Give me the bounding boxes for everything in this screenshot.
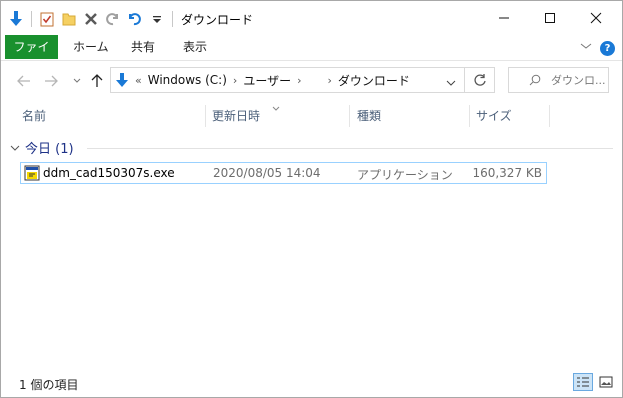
title-bar: ダウンロード bbox=[1, 1, 622, 35]
ribbon-tabs: ファイル ホーム 共有 表示 bbox=[1, 35, 622, 78]
refresh-icon bbox=[473, 74, 486, 86]
refresh-button[interactable] bbox=[465, 67, 495, 93]
chevron-down-icon bbox=[580, 43, 592, 49]
toolbar-divider bbox=[172, 11, 173, 27]
file-name: ddm_cad150307s.exe bbox=[43, 166, 175, 180]
large-icons-view-icon bbox=[599, 376, 613, 388]
large-icons-view-button[interactable] bbox=[596, 373, 616, 391]
toolbar-divider bbox=[31, 11, 32, 27]
tab-view[interactable]: 表示 bbox=[173, 35, 217, 59]
expand-ribbon-button[interactable] bbox=[580, 40, 592, 54]
address-history-button[interactable] bbox=[446, 76, 456, 90]
minimize-icon bbox=[499, 17, 509, 19]
recent-locations-button[interactable] bbox=[68, 72, 86, 90]
chevron-right-icon[interactable]: › bbox=[327, 74, 331, 87]
window-title: ダウンロード bbox=[181, 13, 254, 27]
maximize-button[interactable] bbox=[527, 1, 573, 35]
column-header-name[interactable]: 名前 bbox=[22, 105, 46, 127]
search-icon bbox=[529, 74, 541, 86]
up-button[interactable] bbox=[88, 72, 106, 90]
details-view-icon bbox=[577, 377, 589, 387]
chevron-down-icon bbox=[10, 145, 20, 151]
download-arrow-icon bbox=[7, 10, 25, 28]
forward-button[interactable] bbox=[42, 72, 60, 90]
arrow-left-icon bbox=[17, 75, 30, 87]
column-header-size[interactable]: サイズ bbox=[476, 105, 512, 127]
tab-home[interactable]: ホーム bbox=[63, 35, 119, 59]
column-divider[interactable] bbox=[469, 105, 470, 127]
chevron-down-icon bbox=[73, 78, 81, 83]
exe-file-icon bbox=[24, 165, 40, 184]
details-view-button[interactable] bbox=[573, 373, 593, 391]
file-row[interactable]: ddm_cad150307s.exe 2020/08/05 14:04 アプリケ… bbox=[20, 162, 547, 184]
breadcrumb-users[interactable]: ユーザー bbox=[243, 72, 291, 89]
group-header-today[interactable]: 今日 (1) bbox=[10, 138, 74, 157]
quick-access-toolbar bbox=[7, 9, 175, 29]
status-item-count: 1 個の項目 bbox=[19, 378, 79, 392]
arrow-up-icon bbox=[91, 74, 103, 87]
sort-indicator-icon bbox=[272, 100, 280, 114]
undo-icon[interactable] bbox=[126, 10, 144, 28]
column-divider[interactable] bbox=[205, 105, 206, 127]
close-icon bbox=[590, 12, 602, 24]
chevron-right-icon[interactable]: › bbox=[233, 74, 237, 87]
tab-share[interactable]: 共有 bbox=[121, 35, 165, 59]
column-header-modified[interactable]: 更新日時 bbox=[212, 105, 260, 127]
search-placeholder: ダウンロ... bbox=[551, 74, 606, 87]
file-type: アプリケーション bbox=[357, 168, 453, 182]
explorer-window: ダウンロード ファイル ホーム 共有 表示 ? « Windows (C:) ›… bbox=[0, 0, 623, 398]
column-divider[interactable] bbox=[349, 105, 350, 127]
arrow-right-icon bbox=[45, 75, 58, 87]
chevron-right-icon[interactable]: › bbox=[297, 74, 301, 87]
search-box[interactable]: ダウンロ... bbox=[508, 67, 609, 93]
redo-icon[interactable] bbox=[104, 10, 122, 28]
minimize-button[interactable] bbox=[481, 1, 527, 35]
file-modified: 2020/08/05 14:04 bbox=[213, 166, 321, 180]
back-button[interactable] bbox=[15, 72, 33, 90]
column-header-type[interactable]: 種類 bbox=[357, 105, 381, 127]
customize-toolbar-icon[interactable] bbox=[148, 10, 166, 28]
breadcrumb-downloads[interactable]: ダウンロード bbox=[338, 72, 410, 89]
close-button[interactable] bbox=[573, 1, 619, 35]
column-divider[interactable] bbox=[549, 105, 550, 127]
group-label: 今日 (1) bbox=[25, 142, 74, 157]
group-divider bbox=[87, 148, 613, 149]
breadcrumb-drive[interactable]: Windows (C:) bbox=[148, 73, 227, 87]
properties-icon[interactable] bbox=[38, 10, 56, 28]
new-folder-icon[interactable] bbox=[60, 10, 78, 28]
address-bar[interactable]: « Windows (C:) › ユーザー › › ダウンロード bbox=[110, 67, 465, 93]
file-size: 160,327 KB bbox=[472, 166, 542, 180]
overflow-chevron[interactable]: « bbox=[135, 74, 142, 87]
help-button[interactable]: ? bbox=[600, 41, 615, 56]
tab-file[interactable]: ファイル bbox=[5, 35, 58, 78]
download-folder-icon bbox=[115, 72, 129, 88]
maximize-icon bbox=[545, 13, 555, 23]
chevron-down-icon bbox=[446, 80, 456, 86]
delete-icon[interactable] bbox=[82, 10, 100, 28]
